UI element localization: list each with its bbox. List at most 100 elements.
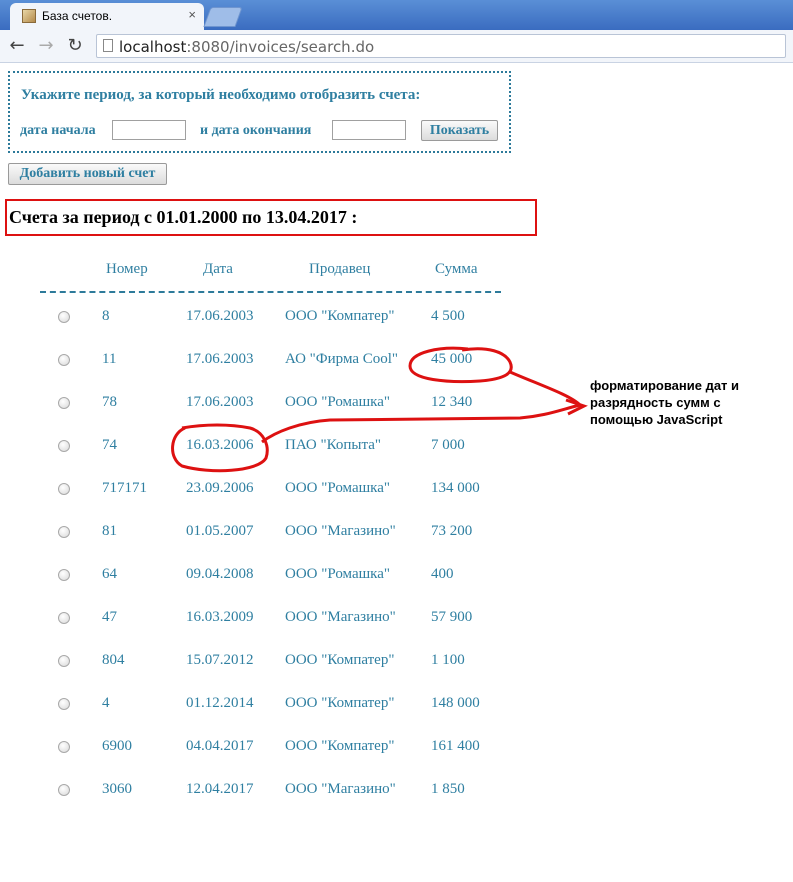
table-row: 64 09.04.2008 ООО "Ромашка" 400 xyxy=(0,563,520,593)
address-url: localhost:8080/invoices/search.do xyxy=(119,38,375,56)
tab-strip: База счетов. × xyxy=(0,0,793,30)
back-arrow-icon[interactable]: ← xyxy=(6,35,28,57)
table-row: 6900 04.04.2017 ООО "Компатер" 161 400 xyxy=(0,735,520,765)
cell-number: 47 xyxy=(102,609,117,625)
cell-date: 16.03.2009 xyxy=(186,609,254,625)
forward-arrow-icon[interactable]: → xyxy=(35,35,57,57)
cell-date: 09.04.2008 xyxy=(186,566,254,582)
start-date-label: дата начала xyxy=(20,123,96,138)
cell-number: 81 xyxy=(102,523,117,539)
cell-number: 8 xyxy=(102,308,110,324)
period-form: Укажите период, за который необходимо от… xyxy=(8,71,511,153)
row-radio-button[interactable] xyxy=(58,397,70,409)
row-radio-button[interactable] xyxy=(58,784,70,796)
cell-seller: ООО "Ромашка" xyxy=(285,394,390,410)
column-header-sum: Сумма xyxy=(435,261,478,277)
page-favicon-icon xyxy=(22,9,36,23)
cell-date: 17.06.2003 xyxy=(186,394,254,410)
column-header-date: Дата xyxy=(203,261,233,277)
cell-number: 6900 xyxy=(102,738,132,754)
cell-number: 11 xyxy=(102,351,117,367)
table-row: 81 01.05.2007 ООО "Магазино" 73 200 xyxy=(0,520,520,550)
show-button[interactable]: Показать xyxy=(421,120,498,141)
cell-date: 17.06.2003 xyxy=(186,351,254,367)
row-radio-button[interactable] xyxy=(58,612,70,624)
cell-seller: ООО "Компатер" xyxy=(285,738,395,754)
row-radio-button[interactable] xyxy=(58,655,70,667)
cell-seller: ООО "Компатер" xyxy=(285,308,395,324)
cell-number: 804 xyxy=(102,652,125,668)
new-tab-button[interactable] xyxy=(203,7,243,27)
table-row: 47 16.03.2009 ООО "Магазино" 57 900 xyxy=(0,606,520,636)
annotation-line-3: помощью JavaScript xyxy=(590,412,723,427)
row-radio-button[interactable] xyxy=(58,354,70,366)
cell-number: 78 xyxy=(102,394,117,410)
row-radio-button[interactable] xyxy=(58,569,70,581)
table-row: 74 16.03.2006 ПАО "Копыта" 7 000 xyxy=(0,434,520,464)
form-heading: Укажите период, за который необходимо от… xyxy=(21,87,421,103)
cell-sum: 4 500 xyxy=(431,308,465,324)
cell-sum: 1 100 xyxy=(431,652,465,668)
annotation-line-2: разрядность сумм с xyxy=(590,395,721,410)
row-radio-button[interactable] xyxy=(58,483,70,495)
row-radio-button[interactable] xyxy=(58,311,70,323)
reload-icon[interactable]: ↻ xyxy=(64,35,86,57)
row-radio-button[interactable] xyxy=(58,698,70,710)
cell-seller: ООО "Магазино" xyxy=(285,781,396,797)
cell-sum: 161 400 xyxy=(431,738,480,754)
table-row: 78 17.06.2003 ООО "Ромашка" 12 340 xyxy=(0,391,520,421)
cell-number: 64 xyxy=(102,566,117,582)
cell-date: 17.06.2003 xyxy=(186,308,254,324)
annotation-arrowhead xyxy=(565,398,588,416)
cell-sum: 57 900 xyxy=(431,609,473,625)
table-row: 8 17.06.2003 ООО "Компатер" 4 500 xyxy=(0,305,520,335)
table-row: 4 01.12.2014 ООО "Компатер" 148 000 xyxy=(0,692,520,722)
cell-number: 74 xyxy=(102,437,117,453)
column-header-seller: Продавец xyxy=(309,261,371,277)
cell-date: 15.07.2012 xyxy=(186,652,254,668)
cell-date: 12.04.2017 xyxy=(186,781,254,797)
add-invoice-button[interactable]: Добавить новый счет xyxy=(8,163,167,185)
result-title: Счета за период с 01.01.2000 по 13.04.20… xyxy=(9,207,358,227)
row-radio-button[interactable] xyxy=(58,741,70,753)
tab-title: База счетов. xyxy=(42,9,113,23)
cell-seller: АО "Фирма Cool" xyxy=(285,351,399,367)
tab-close-icon[interactable]: × xyxy=(188,7,196,22)
cell-number: 4 xyxy=(102,695,110,711)
cell-sum: 148 000 xyxy=(431,695,480,711)
browser-tab[interactable]: База счетов. × xyxy=(10,3,204,30)
header-divider xyxy=(40,291,501,293)
cell-date: 23.09.2006 xyxy=(186,480,254,496)
page-icon xyxy=(103,39,113,52)
cell-seller: ПАО "Копыта" xyxy=(285,437,382,453)
cell-sum: 134 000 xyxy=(431,480,480,496)
cell-seller: ООО "Компатер" xyxy=(285,652,395,668)
start-date-input[interactable] xyxy=(112,120,186,140)
cell-seller: ООО "Ромашка" xyxy=(285,566,390,582)
cell-sum: 12 340 xyxy=(431,394,473,410)
table-row: 11 17.06.2003 АО "Фирма Cool" 45 000 xyxy=(0,348,520,378)
end-date-label: и дата окончания xyxy=(200,123,312,138)
cell-number: 3060 xyxy=(102,781,132,797)
row-radio-button[interactable] xyxy=(58,526,70,538)
column-header-number: Номер xyxy=(106,261,148,277)
address-bar[interactable]: localhost:8080/invoices/search.do xyxy=(96,34,786,58)
table-row: 804 15.07.2012 ООО "Компатер" 1 100 xyxy=(0,649,520,679)
cell-number: 717171 xyxy=(102,480,147,496)
cell-sum: 7 000 xyxy=(431,437,465,453)
row-radio-button[interactable] xyxy=(58,440,70,452)
table-row: 717171 23.09.2006 ООО "Ромашка" 134 000 xyxy=(0,477,520,507)
cell-seller: ООО "Компатер" xyxy=(285,695,395,711)
cell-sum: 1 850 xyxy=(431,781,465,797)
end-date-input[interactable] xyxy=(332,120,406,140)
cell-date: 01.12.2014 xyxy=(186,695,254,711)
annotation-line-1: форматирование дат и xyxy=(590,378,740,393)
cell-sum: 400 xyxy=(431,566,454,582)
cell-date: 04.04.2017 xyxy=(186,738,254,754)
cell-seller: ООО "Магазино" xyxy=(285,523,396,539)
cell-sum: 45 000 xyxy=(431,351,473,367)
browser-toolbar: ← → ↻ localhost:8080/invoices/search.do xyxy=(0,30,793,63)
cell-date: 16.03.2006 xyxy=(186,437,254,453)
result-title-box: Счета за период с 01.01.2000 по 13.04.20… xyxy=(5,199,537,236)
table-row: 3060 12.04.2017 ООО "Магазино" 1 850 xyxy=(0,778,520,808)
